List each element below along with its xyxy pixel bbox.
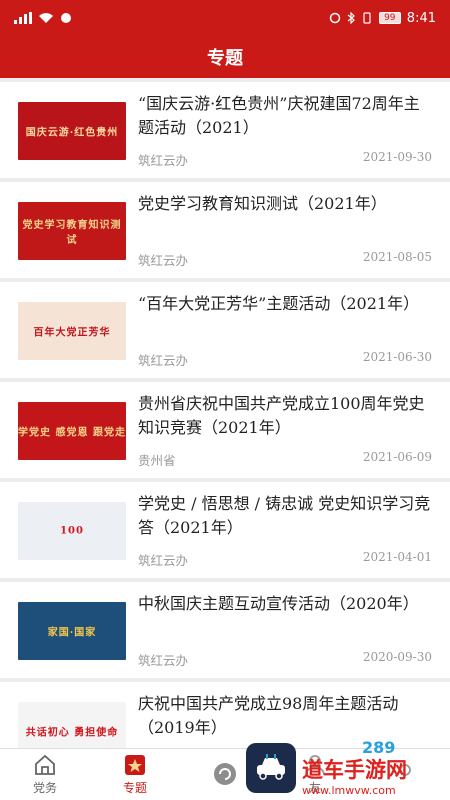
vibrate-icon — [363, 12, 371, 24]
page-title-bar: 专题 — [0, 36, 450, 78]
home-icon — [35, 754, 55, 775]
topic-thumbnail: 100 — [18, 502, 126, 560]
topic-date: 2020-09-30 — [362, 650, 432, 664]
thumbnail-caption: 学党史 感党恩 跟党走 — [18, 427, 126, 439]
topic-date: 2021-04-01 — [362, 550, 432, 564]
tab-party-affairs[interactable]: 党务 — [0, 749, 90, 800]
thumbnail-caption: 百年大党正芳华 — [33, 327, 111, 339]
topic-title: “国庆云游·红色贵州”庆祝建国72周年主题活动（2021） — [138, 94, 420, 137]
topic-source: 筑红云办 — [138, 253, 189, 268]
watermark-number: 289 — [362, 737, 396, 757]
thumbnail-caption: 共话初心 勇担使命 — [25, 727, 119, 739]
thumbnail-caption: 国庆云游·红色贵州 — [25, 127, 119, 139]
topic-card[interactable]: 100 学党史 / 悟思想 / 铸忠诚 党史知识学习竞答（2021年） 筑红云办 20… — [0, 482, 450, 578]
topic-date: 2021-08-05 — [362, 250, 432, 264]
watermark-text: 289 道车手游网 www.lmwvw.com — [302, 737, 407, 797]
topic-date: 2021-06-09 — [362, 450, 432, 464]
topic-card[interactable]: 学党史 感党恩 跟党走 贵州省庆祝中国共产党成立100周年党史知识竞赛（2021年… — [0, 382, 450, 478]
topic-thumbnail: 家国·国家 — [18, 602, 126, 660]
wifi-icon — [39, 13, 53, 23]
topic-source: 筑红云办 — [138, 153, 189, 168]
topic-title: 学党史 / 悟思想 / 铸忠诚 党史知识学习竞答（2021年） — [138, 494, 431, 537]
watermark-main: 道车手游网 — [302, 757, 407, 782]
topic-title: 中秋国庆主题互动宣传活动（2020年） — [138, 594, 419, 613]
topic-card[interactable]: 国庆云游·红色贵州 “国庆云游·红色贵州”庆祝建国72周年主题活动（2021） 筑红… — [0, 82, 450, 178]
status-right: 99 8:41 — [329, 11, 436, 26]
topic-source: 贵州省 — [138, 453, 176, 468]
battery-level: 99 — [378, 12, 401, 24]
car-icon — [257, 754, 285, 780]
page-title: 专题 — [207, 48, 243, 69]
topic-source: 筑红云办 — [138, 553, 189, 568]
refresh-icon — [214, 762, 236, 785]
status-bar: 99 8:41 — [0, 0, 450, 36]
bluetooth-icon — [347, 12, 355, 24]
site-watermark: 289 道车手游网 www.lmwvw.com — [246, 738, 446, 798]
topic-title: “百年大党正芳华”主题活动（2021年） — [138, 294, 420, 313]
topic-thumbnail: 学党史 感党恩 跟党走 — [18, 402, 126, 460]
tab-topics[interactable]: 专题 — [90, 749, 180, 800]
party-emblem-icon — [125, 755, 145, 775]
tab-label: 专题 — [122, 781, 147, 795]
watermark-logo-icon — [246, 743, 296, 793]
tab-label: 党务 — [32, 781, 57, 795]
topic-title: 党史学习教育知识测试（2021年） — [138, 194, 387, 213]
topic-source: 筑红云办 — [138, 653, 189, 668]
topic-card[interactable]: 党史学习教育知识测试 党史学习教育知识测试（2021年） 筑红云办 2021-08-0… — [0, 182, 450, 278]
signal-icon — [14, 12, 32, 24]
topic-title: 庆祝中国共产党成立98周年主题活动（2019年） — [138, 694, 399, 737]
topic-card[interactable]: 百年大党正芳华 “百年大党正芳华”主题活动（2021年） 筑红云办 2021-06-3… — [0, 282, 450, 378]
topic-card[interactable]: 家国·国家 中秋国庆主题互动宣传活动（2020年） 筑红云办 2020-09-30 — [0, 582, 450, 678]
thumbnail-caption: 家国·国家 — [47, 627, 97, 639]
status-time: 8:41 — [406, 10, 436, 26]
notification-icon — [61, 13, 71, 23]
topic-thumbnail: 国庆云游·红色贵州 — [18, 102, 126, 160]
topic-thumbnail: 百年大党正芳华 — [18, 302, 126, 360]
topic-thumbnail: 党史学习教育知识测试 — [18, 202, 126, 260]
thumbnail-caption: 100 — [60, 525, 84, 537]
topic-date: 2021-06-30 — [362, 350, 432, 364]
topic-title: 贵州省庆祝中国共产党成立100周年党史知识竞赛（2021年） — [138, 394, 425, 437]
alarm-icon — [329, 12, 341, 24]
thumbnail-caption: 党史学习教育知识测试 — [22, 220, 122, 246]
watermark-sub: www.lmwvw.com — [302, 783, 396, 797]
topic-source: 筑红云办 — [138, 353, 189, 368]
topic-date: 2021-09-30 — [362, 150, 432, 164]
status-left — [14, 12, 72, 24]
